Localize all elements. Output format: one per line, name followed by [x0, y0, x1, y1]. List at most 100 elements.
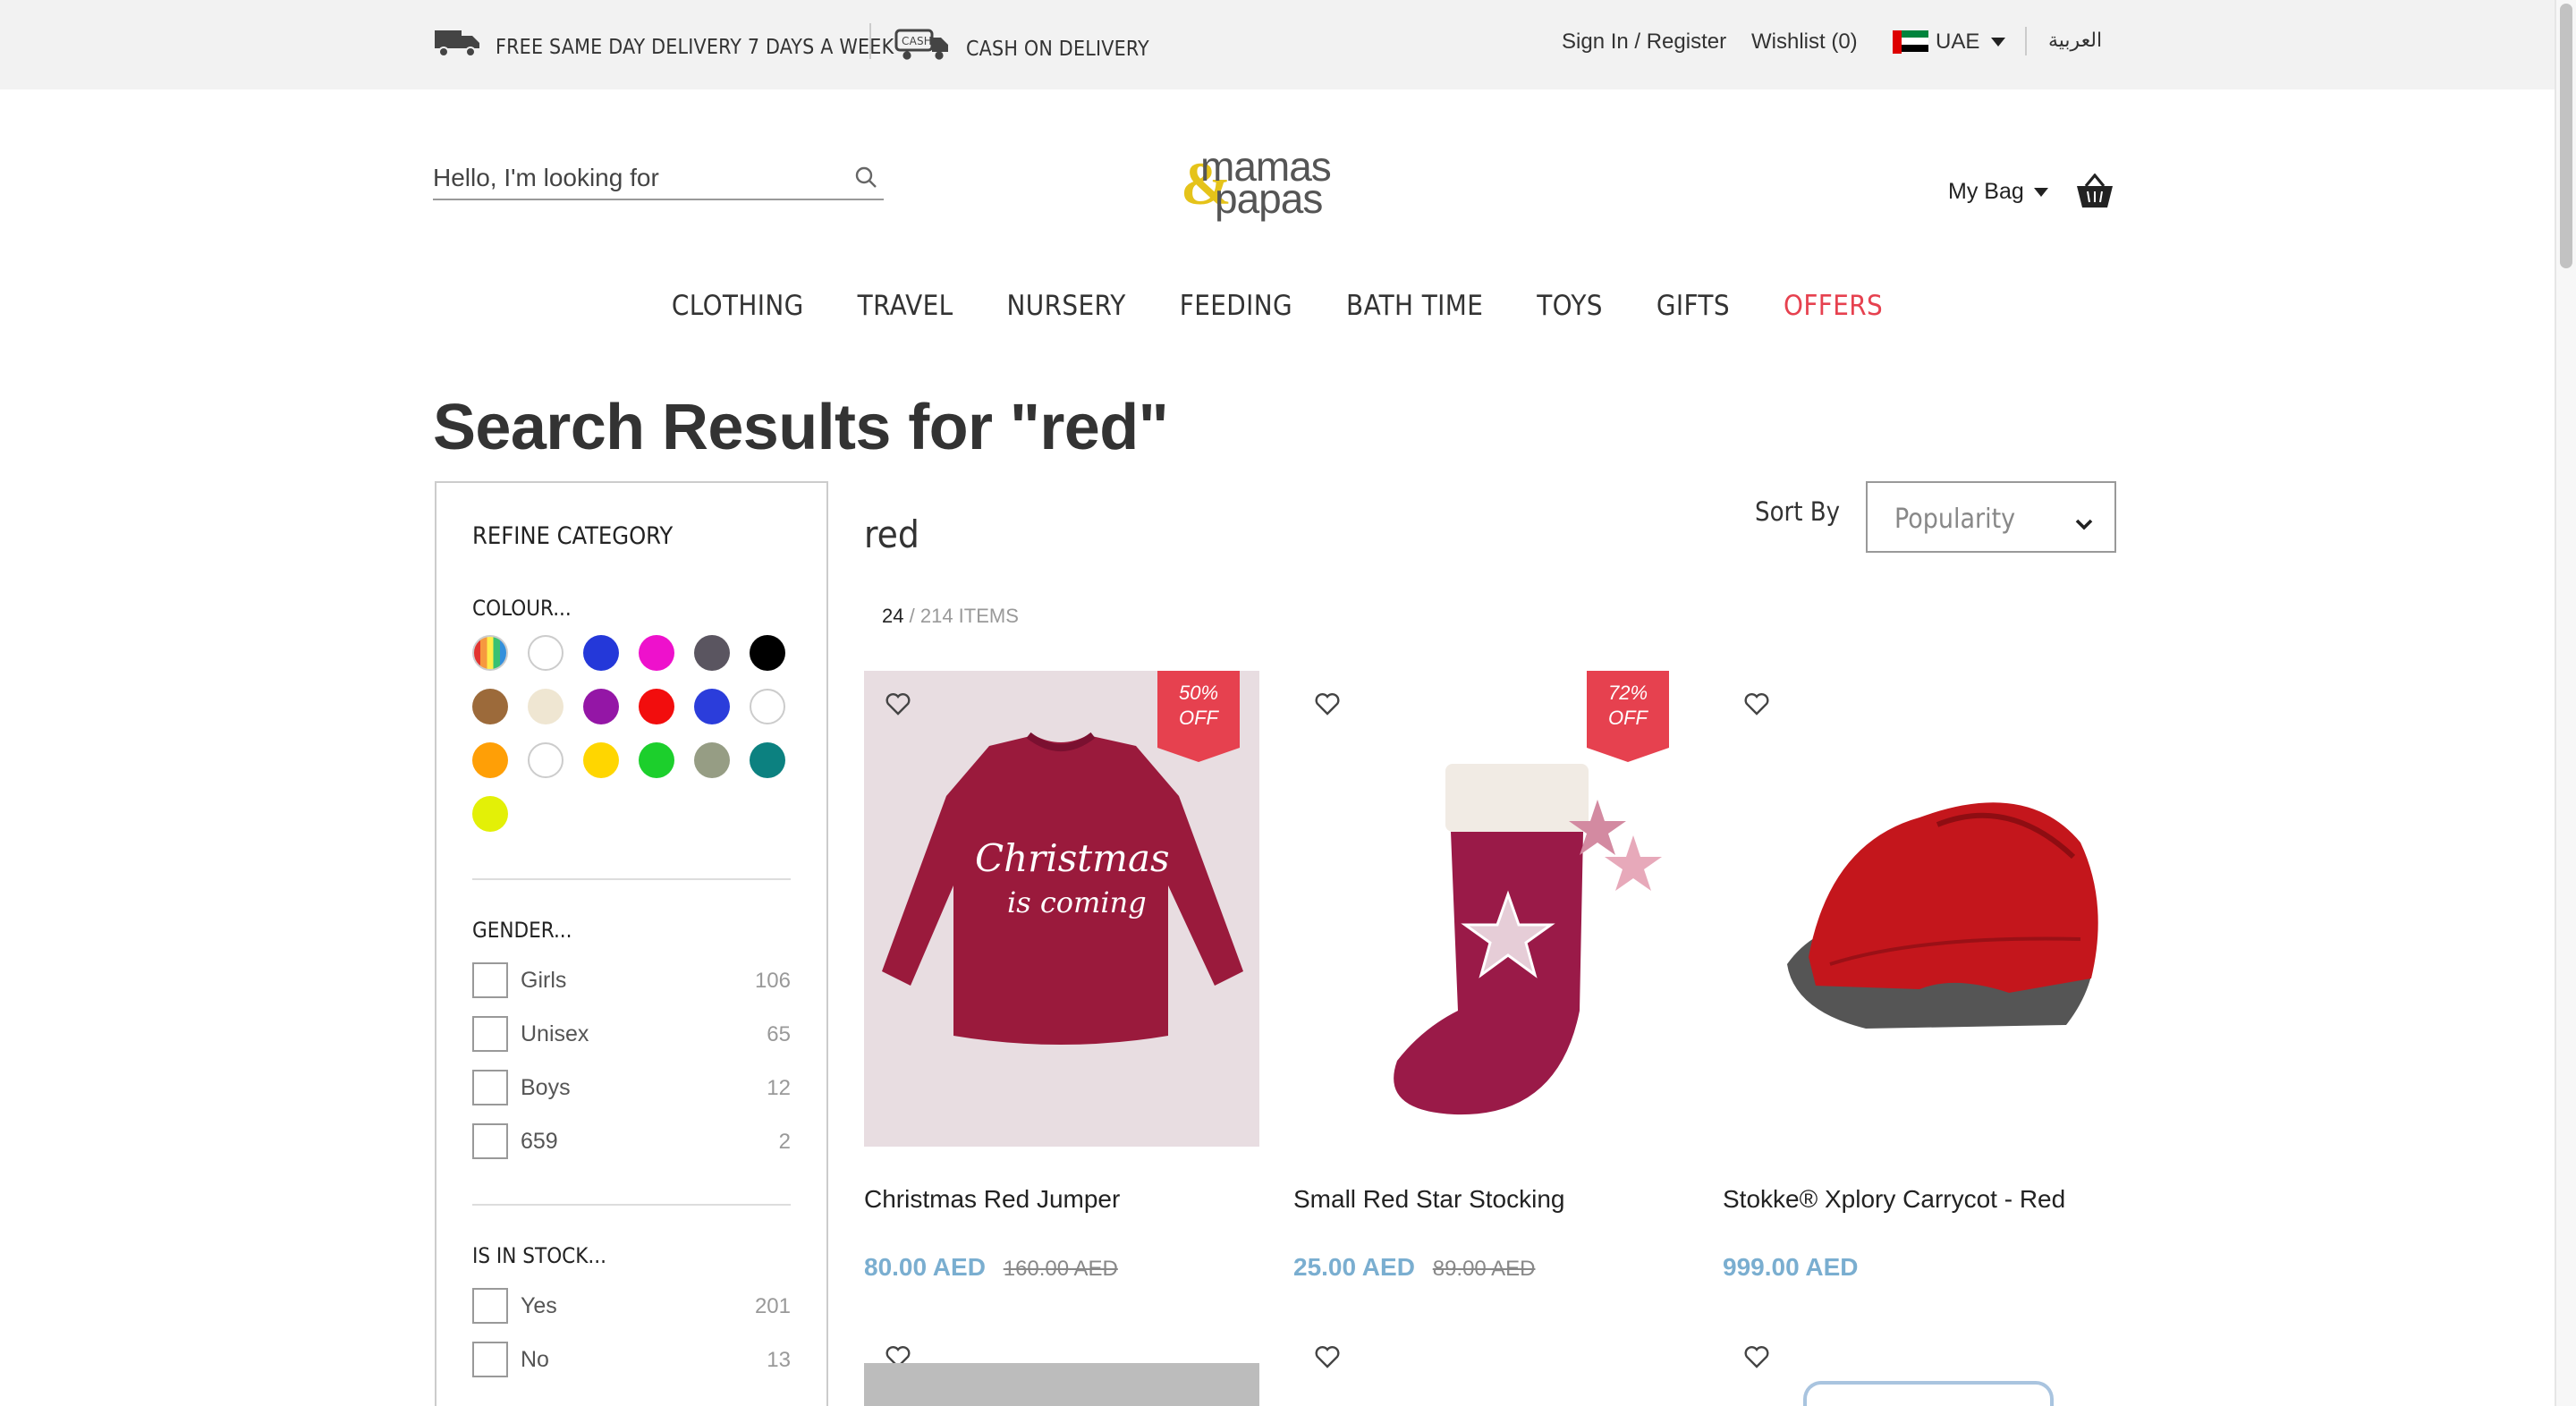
product-image[interactable]: 72% OFF — [1293, 671, 1689, 1147]
page-scrollbar[interactable] — [2555, 0, 2576, 1406]
badge-off: OFF — [1608, 708, 1648, 730]
my-bag-label: My Bag — [1948, 179, 2024, 204]
nav-feeding[interactable]: FEEDING — [1180, 290, 1292, 322]
nav-clothing[interactable]: CLOTHING — [672, 290, 804, 322]
sort-by-label: Sort By — [1755, 499, 1841, 528]
language-switch-link[interactable]: العربية — [2048, 29, 2102, 52]
colour-swatch[interactable] — [639, 742, 674, 778]
colour-swatch[interactable] — [583, 689, 619, 724]
checkbox[interactable] — [472, 1123, 508, 1159]
caret-down-icon — [2034, 187, 2049, 196]
colour-swatch[interactable] — [528, 742, 564, 778]
sign-in-link[interactable]: Sign In / Register — [1562, 29, 1726, 54]
mamas-papas-logo[interactable]: & mamas papas — [1181, 146, 1377, 225]
results-count: 24 / 214 ITEMS — [882, 606, 1019, 628]
wishlist-heart-icon[interactable] — [1315, 1345, 1340, 1377]
same-day-delivery-notice: FREE SAME DAY DELIVERY 7 DAYS A WEEK — [435, 29, 894, 63]
original-price: 160.00 AED — [1003, 1256, 1118, 1281]
topbar-divider — [869, 23, 871, 59]
sort-value: Popularity — [1894, 503, 2016, 535]
search-icon[interactable] — [855, 165, 877, 197]
colour-filter-heading: COLOUR... — [472, 596, 572, 621]
colour-swatch[interactable] — [583, 742, 619, 778]
product-price: 25.00 AED 89.00 AED — [1293, 1252, 1535, 1281]
colour-swatch[interactable] — [583, 635, 619, 671]
colour-swatch[interactable] — [639, 635, 674, 671]
filter-option-in-stock-yes[interactable]: Yes 201 — [472, 1288, 791, 1324]
original-price: 89.00 AED — [1432, 1256, 1536, 1281]
colour-swatch[interactable] — [694, 689, 730, 724]
product-card[interactable] — [864, 1345, 1259, 1406]
product-price: 80.00 AED 160.00 AED — [864, 1252, 1118, 1281]
scrollbar-thumb[interactable] — [2560, 4, 2572, 268]
product-name[interactable]: Small Red Star Stocking — [1293, 1184, 1564, 1213]
checkbox[interactable] — [472, 1288, 508, 1324]
filter-option-girls[interactable]: Girls 106 — [472, 962, 791, 998]
colour-swatch[interactable] — [528, 635, 564, 671]
search-input[interactable] — [433, 157, 826, 197]
product-name[interactable]: Stokke® Xplory Carrycot - Red — [1723, 1184, 2065, 1213]
colour-swatch[interactable] — [472, 689, 508, 724]
filter-option-in-stock-no[interactable]: No 13 — [472, 1342, 791, 1377]
delivery-truck-icon — [435, 29, 481, 63]
nav-nursery[interactable]: NURSERY — [1007, 290, 1126, 322]
colour-swatch[interactable] — [750, 742, 785, 778]
divider — [472, 1204, 791, 1206]
shopping-basket-icon[interactable] — [2075, 173, 2114, 218]
colour-swatch[interactable] — [750, 635, 785, 671]
checkbox[interactable] — [472, 1070, 508, 1105]
colour-swatch[interactable] — [472, 742, 508, 778]
discount-badge: 72% OFF — [1587, 671, 1669, 762]
jumper-print-line2: is coming — [1007, 885, 1147, 919]
product-image[interactable] — [864, 1363, 1259, 1406]
nav-travel[interactable]: TRAVEL — [858, 290, 953, 322]
results-count-current: 24 — [882, 606, 904, 628]
wishlist-heart-icon[interactable] — [1744, 1345, 1769, 1377]
colour-swatch[interactable] — [639, 689, 674, 724]
wishlist-link[interactable]: Wishlist (0) — [1751, 29, 1858, 54]
checkbox[interactable] — [472, 1342, 508, 1377]
wishlist-heart-icon[interactable] — [886, 692, 911, 724]
filter-option-boys[interactable]: Boys 12 — [472, 1070, 791, 1105]
colour-swatch[interactable] — [750, 689, 785, 724]
nav-toys[interactable]: TOYS — [1537, 290, 1603, 322]
caret-down-icon — [1990, 37, 2005, 46]
nav-bath-time[interactable]: BATH TIME — [1346, 290, 1483, 322]
colour-swatch[interactable] — [694, 635, 730, 671]
top-bar: FREE SAME DAY DELIVERY 7 DAYS A WEEK CAS… — [0, 0, 2555, 89]
filter-option-659[interactable]: 659 2 — [472, 1123, 791, 1159]
jumper-print-line1: Christmas — [975, 836, 1170, 880]
page: FREE SAME DAY DELIVERY 7 DAYS A WEEK CAS… — [0, 0, 2576, 1406]
product-image[interactable]: Christmas is coming 50% OFF — [864, 671, 1259, 1147]
product-card[interactable] — [1723, 1345, 2118, 1406]
colour-swatch[interactable] — [472, 796, 508, 832]
filter-option-unisex[interactable]: Unisex 65 — [472, 1016, 791, 1052]
checkbox[interactable] — [472, 962, 508, 998]
wishlist-heart-icon[interactable] — [1315, 692, 1340, 724]
sort-dropdown[interactable]: Popularity — [1866, 481, 2116, 553]
product-name[interactable]: Christmas Red Jumper — [864, 1184, 1120, 1213]
colour-swatch[interactable] — [528, 689, 564, 724]
filter-label: No — [521, 1347, 549, 1372]
colour-swatch[interactable] — [694, 742, 730, 778]
product-price: 999.00 AED — [1723, 1252, 1859, 1281]
product-image[interactable] — [1803, 1381, 2054, 1406]
country-selector[interactable]: UAE — [1893, 29, 2005, 54]
wishlist-heart-icon[interactable] — [1744, 692, 1769, 724]
divider — [472, 878, 791, 880]
filter-count: 13 — [767, 1347, 791, 1372]
gender-filter-heading: GENDER... — [472, 918, 572, 943]
product-card[interactable] — [1293, 1345, 1689, 1406]
cash-text: CASH ON DELIVERY — [966, 35, 1149, 60]
nav-offers[interactable]: OFFERS — [1784, 290, 1883, 322]
my-bag-button[interactable]: My Bag — [1948, 179, 2049, 204]
colour-swatch[interactable] — [472, 635, 508, 671]
nav-gifts[interactable]: GIFTS — [1657, 290, 1730, 322]
logo-text-papas: papas — [1215, 175, 1323, 222]
checkbox[interactable] — [472, 1016, 508, 1052]
product-image[interactable] — [1723, 671, 2118, 1147]
filter-count: 106 — [754, 968, 791, 993]
delivery-text: FREE SAME DAY DELIVERY 7 DAYS A WEEK — [496, 33, 894, 58]
discount-badge: 50% OFF — [1157, 671, 1240, 762]
page-title: Search Results for "red" — [433, 390, 1169, 463]
